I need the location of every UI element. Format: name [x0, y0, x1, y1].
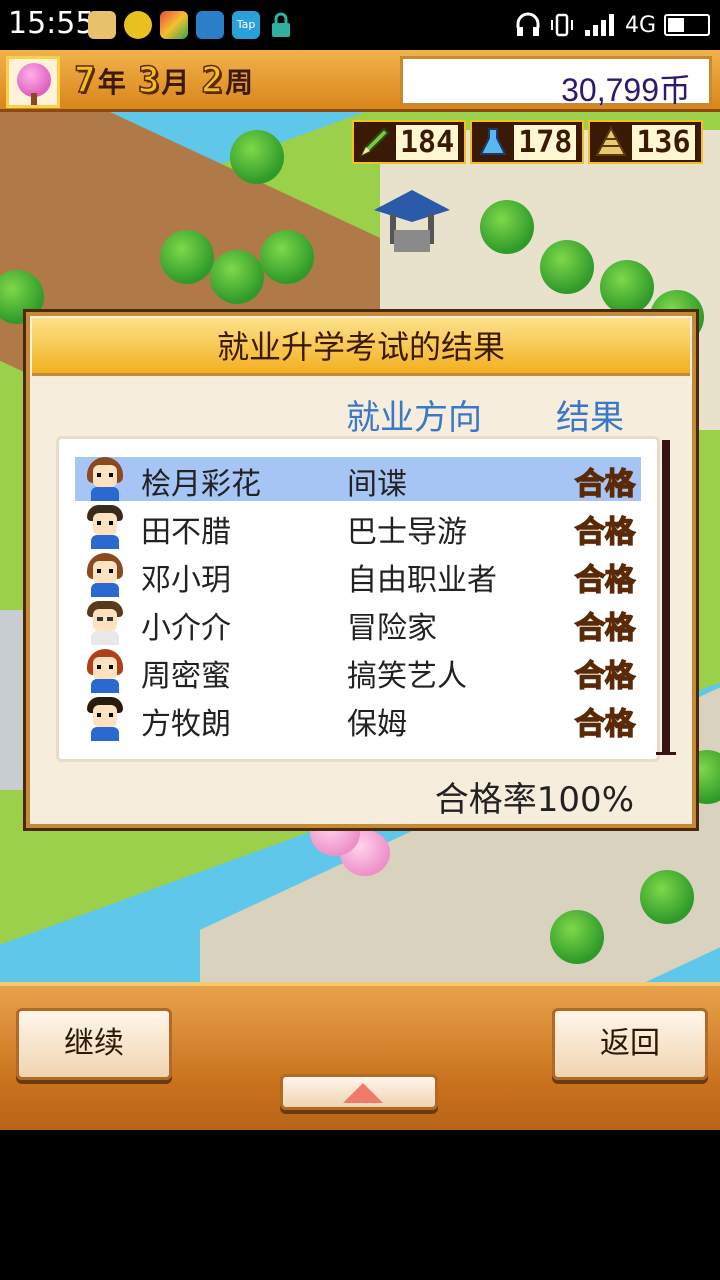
battery-icon — [664, 14, 710, 36]
stat-science-value: 178 — [514, 124, 577, 160]
school-emblem[interactable] — [6, 56, 60, 108]
year-unit: 年 — [97, 66, 126, 99]
tree — [480, 200, 534, 254]
stat-culture: 136 — [588, 120, 703, 164]
week-value: 2 — [201, 59, 224, 102]
lock-icon — [272, 12, 290, 37]
tree — [230, 130, 284, 184]
tree — [260, 230, 314, 284]
student-direction: 冒险家 — [347, 611, 437, 646]
student-row[interactable]: 方牧朗 保姆 合格 — [75, 697, 641, 743]
student-avatar — [85, 697, 125, 741]
student-result: 合格 — [574, 562, 636, 599]
student-name: 邓小玥 — [141, 563, 231, 598]
network-label: 4G — [624, 12, 656, 38]
week-unit: 周 — [225, 66, 254, 99]
up-arrow-icon — [343, 1083, 383, 1103]
year-value: 7 — [73, 59, 96, 102]
student-name: 小介介 — [141, 611, 231, 646]
money-value: 30,799币 — [561, 72, 691, 108]
student-row[interactable]: 周密蜜 搞笑艺人 合格 — [75, 649, 641, 695]
pencil-icon — [359, 127, 390, 158]
tree — [600, 260, 654, 314]
app-icon — [160, 11, 188, 39]
student-row[interactable]: 田不腊 巴士导游 合格 — [75, 505, 641, 551]
student-result: 合格 — [574, 610, 636, 647]
student-result-list[interactable]: 桧月彩花 间谍 合格 田不腊 巴士导游 合格 邓小玥 自由职业者 合格 小介介 … — [56, 436, 660, 762]
game-date: 7 年 3 月 2 周 — [73, 59, 263, 104]
student-row[interactable]: 桧月彩花 间谍 合格 — [75, 457, 641, 503]
blank-area — [0, 1130, 720, 1280]
stat-study: 184 — [352, 120, 467, 164]
vibrate-icon — [550, 13, 573, 37]
signal-icon — [584, 14, 614, 36]
student-direction: 保姆 — [347, 707, 407, 742]
back-button[interactable]: 返回 — [552, 1008, 708, 1080]
student-direction: 巴士导游 — [347, 515, 467, 550]
student-result: 合格 — [574, 514, 636, 551]
flask-icon — [479, 128, 507, 155]
tree — [640, 870, 694, 924]
well-icon — [374, 190, 450, 252]
tap-icon: Tap — [232, 11, 260, 39]
student-row[interactable]: 小介介 冒险家 合格 — [75, 601, 641, 647]
sakura-icon — [17, 63, 51, 97]
student-direction: 自由职业者 — [347, 563, 497, 598]
student-result: 合格 — [574, 706, 636, 743]
dialog-title: 就业升学考试的结果 — [216, 328, 505, 366]
stat-culture-value: 136 — [632, 124, 695, 160]
column-header-direction: 就业方向 — [346, 398, 482, 438]
pass-rate: 合格率100% — [434, 780, 634, 820]
scan-icon — [196, 11, 224, 39]
student-name: 方牧朗 — [141, 707, 231, 742]
student-avatar — [85, 553, 125, 597]
exam-result-dialog: 就业升学考试的结果 就业方向 结果 桧月彩花 间谍 合格 田不腊 巴士导游 合格… — [26, 312, 696, 828]
student-name: 桧月彩花 — [141, 467, 261, 502]
app-icon — [124, 11, 152, 39]
expand-menu-button[interactable] — [280, 1074, 438, 1110]
student-name: 田不腊 — [141, 515, 231, 550]
column-header-result: 结果 — [556, 398, 624, 438]
tree — [210, 250, 264, 304]
tree — [550, 910, 604, 964]
month-unit: 月 — [161, 66, 190, 99]
status-time: 15:55 — [8, 6, 95, 41]
headphones-icon — [516, 12, 540, 36]
dialog-title-bar: 就业升学考试的结果 — [32, 318, 690, 376]
student-direction: 搞笑艺人 — [347, 659, 467, 694]
pyramid-icon — [595, 125, 628, 156]
stat-study-value: 184 — [396, 124, 459, 160]
student-avatar — [85, 505, 125, 549]
school-stats: 184 178 136 — [352, 120, 703, 164]
bottom-panel: 继续 返回 — [0, 982, 720, 1130]
column-headers: 就业方向 结果 — [30, 390, 692, 438]
month-value: 3 — [137, 59, 160, 102]
list-scrollbar[interactable] — [662, 440, 670, 754]
student-name: 周密蜜 — [141, 659, 231, 694]
student-avatar — [85, 601, 125, 645]
money-display: 30,799币 — [400, 56, 712, 108]
status-bar: 15:55 Tap 4G — [0, 0, 720, 50]
student-avatar — [85, 649, 125, 693]
stat-science: 178 — [470, 120, 585, 164]
student-result: 合格 — [574, 466, 636, 503]
sakura-trunk — [31, 93, 37, 105]
tree — [540, 240, 594, 294]
tree — [160, 230, 214, 284]
app-icon — [88, 11, 116, 39]
top-info-bar: 7 年 3 月 2 周 30,799币 — [0, 50, 720, 112]
scrollbar-end — [656, 752, 676, 755]
continue-button[interactable]: 继续 — [16, 1008, 172, 1080]
student-avatar — [85, 457, 125, 501]
student-result: 合格 — [574, 658, 636, 695]
student-direction: 间谍 — [347, 467, 407, 502]
student-row[interactable]: 邓小玥 自由职业者 合格 — [75, 553, 641, 599]
